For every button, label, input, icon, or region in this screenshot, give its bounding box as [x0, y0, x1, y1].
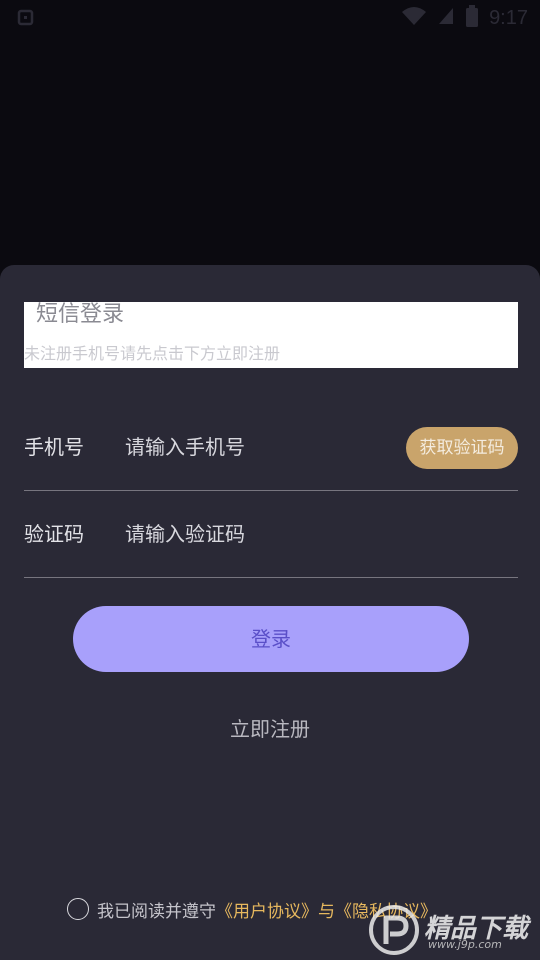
code-row: 验证码	[24, 493, 518, 578]
agree-checkbox[interactable]	[67, 898, 89, 920]
status-bar: 9:17	[0, 0, 540, 38]
wifi-icon	[401, 6, 427, 30]
screen: 9:17 短信登录 未注册手机号请先点击下方立即注册 手机号 获取验证码 验证码…	[0, 0, 540, 960]
notification-icon	[16, 8, 36, 28]
login-sheet: 短信登录 未注册手机号请先点击下方立即注册 手机号 获取验证码 验证码 登录 立…	[0, 265, 540, 960]
phone-label: 手机号	[24, 435, 84, 459]
code-input[interactable]	[125, 519, 385, 549]
code-label: 验证码	[24, 522, 84, 546]
watermark-logo-icon	[368, 905, 420, 960]
register-link[interactable]: 立即注册	[0, 716, 540, 742]
page-subtitle: 未注册手机号请先点击下方立即注册	[24, 344, 281, 363]
get-code-button[interactable]: 获取验证码	[406, 427, 518, 469]
phone-input[interactable]	[125, 432, 385, 462]
title-box: 短信登录 未注册手机号请先点击下方立即注册	[24, 302, 518, 368]
watermark: 精品下载 www.j9p.com	[368, 904, 538, 956]
phone-row: 手机号 获取验证码	[24, 406, 518, 491]
status-icons: 9:17	[401, 5, 528, 31]
agreement-and: 与	[318, 901, 335, 922]
login-button[interactable]: 登录	[73, 606, 469, 672]
user-agreement-link[interactable]: 《用户协议》	[216, 897, 318, 922]
status-time: 9:17	[489, 6, 528, 29]
page-title: 短信登录	[36, 302, 125, 327]
signal-icon	[437, 6, 455, 30]
battery-icon	[465, 5, 479, 31]
agreement-prefix: 我已阅读并遵守	[97, 901, 216, 922]
watermark-url: www.j9p.com	[428, 938, 502, 951]
